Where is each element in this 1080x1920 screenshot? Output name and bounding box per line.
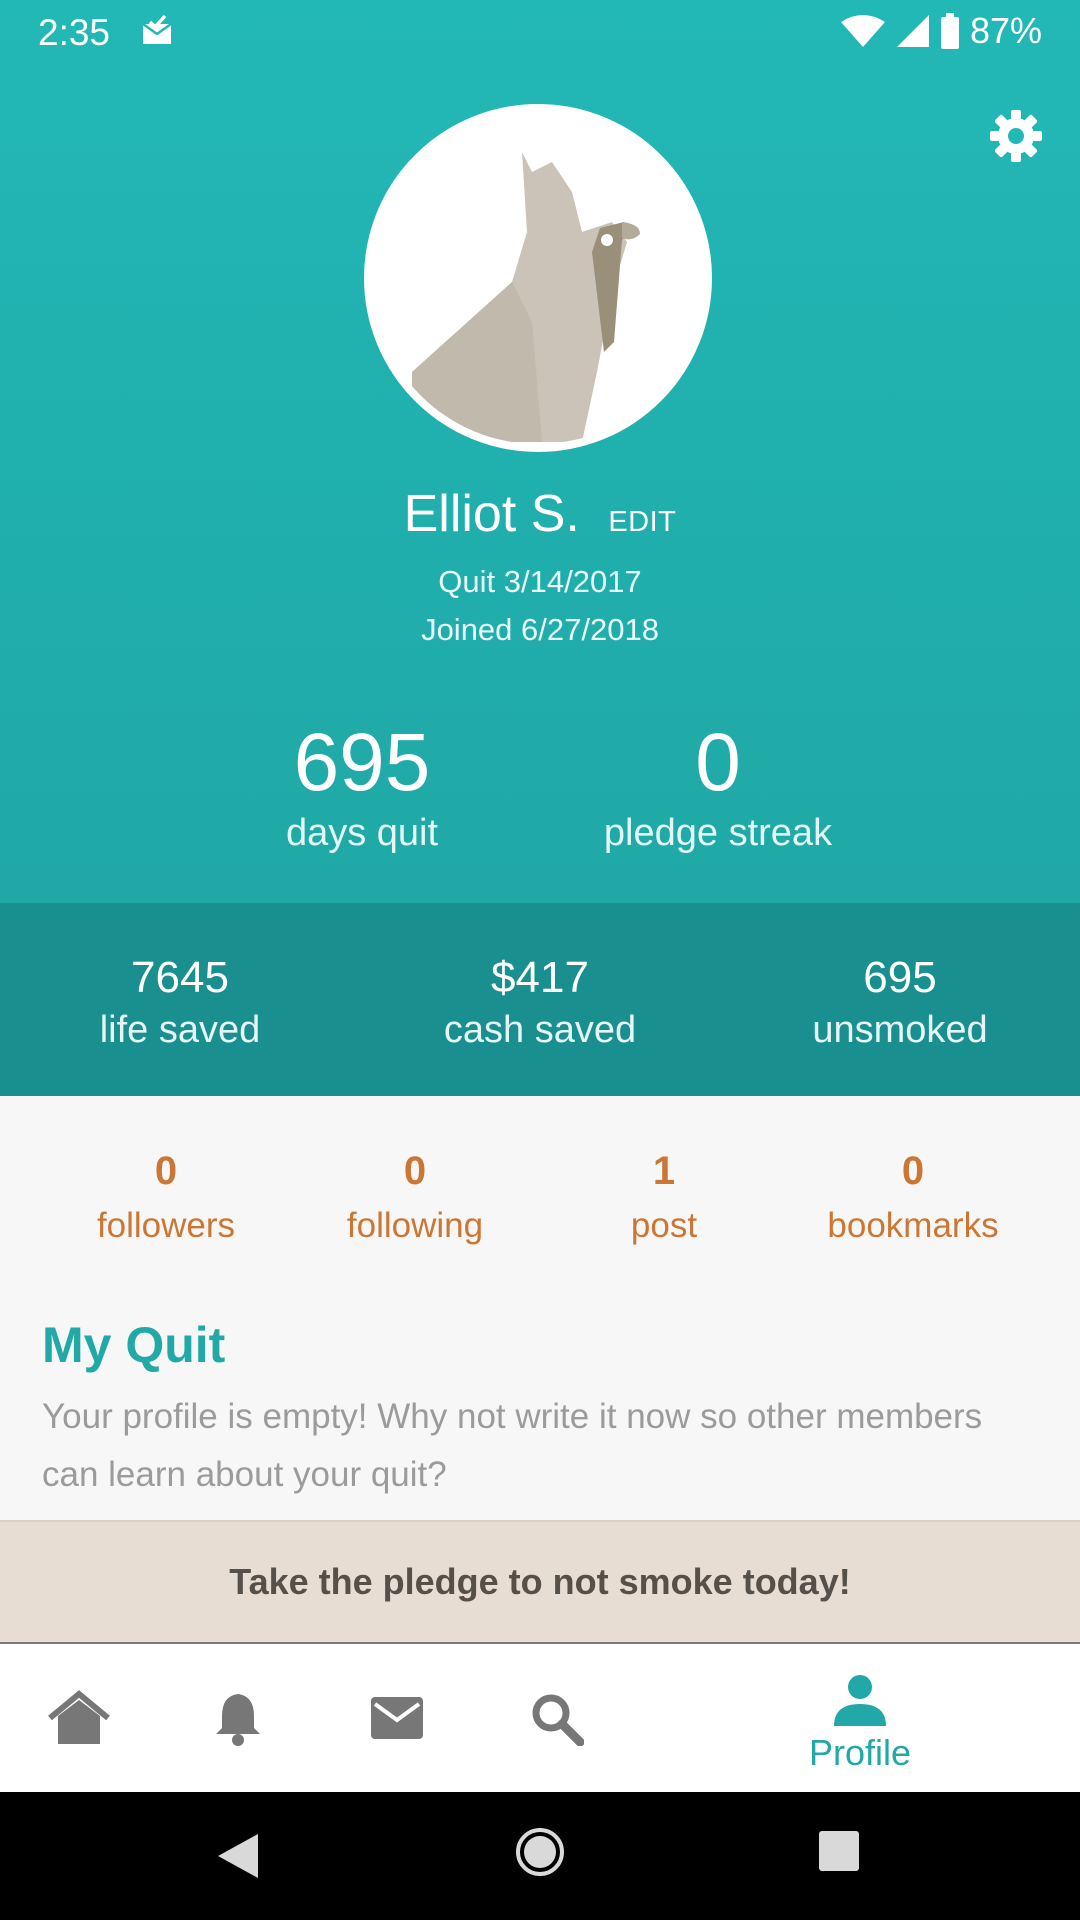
count: 1 <box>652 1149 676 1193</box>
signal-icon <box>896 15 929 47</box>
followers-link[interactable]: 0 followers <box>41 1148 291 1246</box>
stat-label: days quit <box>285 812 439 854</box>
unsmoked-stat: 695 unsmoked <box>720 951 1080 1052</box>
battery-icon <box>940 13 959 49</box>
stat-value: 695 <box>293 717 431 808</box>
count: 0 <box>154 1149 178 1193</box>
name-row: Elliot S. EDIT <box>0 484 1080 544</box>
stat-label: life saved <box>99 1009 261 1051</box>
quit-date: Quit 3/14/2017 <box>438 564 642 599</box>
person-icon <box>834 1675 886 1726</box>
tab-search[interactable] <box>530 1692 584 1746</box>
stat-value: 7645 <box>131 953 229 1002</box>
battery-percent: 87% <box>969 10 1042 51</box>
back-icon[interactable] <box>216 1832 260 1880</box>
status-icons: 87% <box>840 10 1042 52</box>
stat-label: pledge streak <box>603 812 833 854</box>
label: bookmarks <box>827 1206 999 1245</box>
wifi-icon <box>840 15 885 47</box>
count: 0 <box>403 1149 427 1193</box>
pledge-streak-stat: 0 pledge streak <box>578 718 858 855</box>
stat-label: cash saved <box>443 1009 637 1051</box>
stat-value: 695 <box>863 953 937 1002</box>
tab-notifications[interactable] <box>214 1690 262 1746</box>
tab-profile[interactable]: Profile <box>780 1674 940 1774</box>
life-saved-stat: 7645 life saved <box>0 951 360 1052</box>
search-icon <box>532 1694 584 1746</box>
profile-name: Elliot S. <box>403 485 580 543</box>
recents-icon[interactable] <box>818 1830 860 1872</box>
take-pledge-label: Take the pledge to not smoke today! <box>229 1561 851 1602</box>
posts-link[interactable]: 1 post <box>539 1148 789 1246</box>
days-quit-stat: 695 days quit <box>262 718 462 855</box>
stat-label: unsmoked <box>812 1009 988 1051</box>
cash-saved-stat: $417 cash saved <box>360 951 720 1052</box>
label: following <box>346 1206 484 1245</box>
avatar[interactable] <box>364 104 712 452</box>
bell-icon <box>216 1694 260 1746</box>
profile-header: 2:35 87% Elliot S. EDIT Quit 3/14/2017 J… <box>0 0 1080 903</box>
savings-panel: 7645 life saved $417 cash saved 695 unsm… <box>0 903 1080 1096</box>
home-button-icon[interactable] <box>514 1826 566 1878</box>
mail-icon <box>371 1697 423 1739</box>
following-link[interactable]: 0 following <box>290 1148 540 1246</box>
take-pledge-button[interactable]: Take the pledge to not smoke today! <box>0 1520 1080 1644</box>
bookmarks-link[interactable]: 0 bookmarks <box>788 1148 1038 1246</box>
my-quit-text[interactable]: Your profile is empty! Why not write it … <box>42 1388 1042 1504</box>
my-quit-heading: My Quit <box>42 1317 226 1373</box>
tab-home[interactable] <box>48 1690 110 1746</box>
bottom-tab-bar: Profile <box>0 1644 1080 1792</box>
tab-messages[interactable] <box>370 1696 424 1740</box>
count: 0 <box>901 1149 925 1193</box>
settings-gear-icon[interactable] <box>988 108 1044 164</box>
label: followers <box>96 1206 236 1245</box>
cardinal-bird-avatar <box>372 112 704 444</box>
system-nav-bar <box>0 1792 1080 1920</box>
status-bar: 2:35 87% <box>0 0 1080 66</box>
stat-value: 0 <box>695 717 741 808</box>
tab-profile-label: Profile <box>808 1732 912 1773</box>
social-stats: 0 followers 0 following 1 post 0 bookmar… <box>0 1096 1080 1286</box>
label: post <box>630 1206 698 1245</box>
edit-profile-link[interactable]: EDIT <box>608 506 676 539</box>
joined-date: Joined 6/27/2018 <box>421 612 659 647</box>
stat-value: $417 <box>491 953 589 1002</box>
status-time: 2:35 <box>38 12 111 53</box>
mail-check-icon <box>142 14 172 44</box>
home-icon <box>48 1690 110 1744</box>
